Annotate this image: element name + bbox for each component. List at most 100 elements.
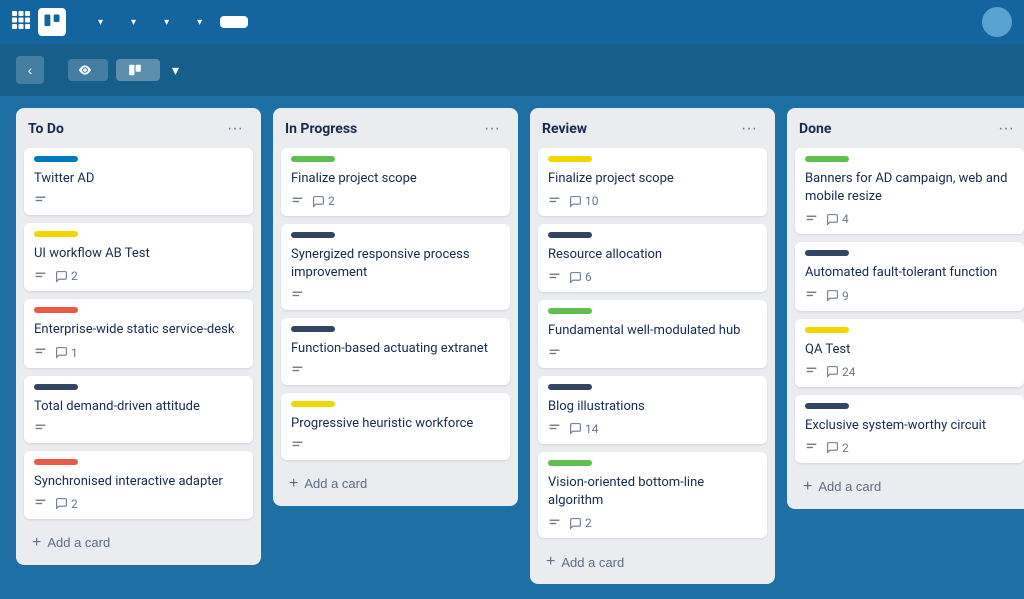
workspaces-chevron-icon: ▾ xyxy=(98,17,103,28)
templates-menu[interactable]: ▾ xyxy=(183,11,212,34)
card-label xyxy=(548,232,592,238)
column-header-todo: To Do ··· xyxy=(24,118,253,148)
card-title: Synergized responsive process improvemen… xyxy=(291,246,500,282)
card[interactable]: Resource allocation 6 xyxy=(538,224,767,292)
board-container: To Do ··· Twitter AD UI workflow AB Test… xyxy=(0,96,1024,596)
plus-icon: + xyxy=(546,554,555,570)
card-title: Automated fault-tolerant function xyxy=(805,264,1014,282)
add-card-button-done[interactable]: + Add a card xyxy=(795,473,1024,501)
card-lines-icon xyxy=(291,195,304,208)
add-card-label: Add a card xyxy=(304,476,367,491)
card-footer: 2 xyxy=(548,516,757,530)
card-footer: 6 xyxy=(548,270,757,284)
column-menu-done[interactable]: ··· xyxy=(992,118,1020,140)
card-comment-icon: 1 xyxy=(55,346,78,360)
card-label xyxy=(805,327,849,333)
card-comment-icon: 2 xyxy=(826,441,849,455)
board-view-chevron[interactable]: ▾ xyxy=(168,58,183,83)
column-menu-todo[interactable]: ··· xyxy=(221,118,249,140)
card-footer: 24 xyxy=(805,365,1014,379)
card[interactable]: QA Test 24 xyxy=(795,319,1024,387)
starred-menu[interactable]: ▾ xyxy=(150,11,179,34)
card[interactable]: Finalize project scope 2 xyxy=(281,148,510,216)
card-footer: 14 xyxy=(548,422,757,436)
card-label xyxy=(805,156,849,162)
card-lines-icon xyxy=(805,289,818,302)
card-label xyxy=(291,326,335,332)
navbar: ▾ ▾ ▾ ▾ xyxy=(0,0,1024,44)
card-title: UI workflow AB Test xyxy=(34,245,243,263)
add-card-button-inprogress[interactable]: + Add a card xyxy=(281,470,510,498)
card[interactable]: Total demand-driven attitude xyxy=(24,376,253,443)
card-title: Exclusive system-worthy circuit xyxy=(805,417,1014,435)
board-visibility-button[interactable] xyxy=(68,59,108,81)
create-button[interactable] xyxy=(220,16,248,28)
card-lines-icon xyxy=(291,289,304,302)
card[interactable]: UI workflow AB Test 2 xyxy=(24,223,253,291)
card-label xyxy=(34,231,78,237)
card-label xyxy=(34,156,78,162)
add-card-label: Add a card xyxy=(47,535,110,550)
card-comment-icon: 2 xyxy=(55,269,78,283)
column-title-todo: To Do xyxy=(28,121,64,137)
card-footer xyxy=(291,439,500,452)
card-label xyxy=(291,401,335,407)
trello-logo[interactable] xyxy=(38,8,72,36)
column-menu-review[interactable]: ··· xyxy=(735,118,763,140)
card-title: Finalize project scope xyxy=(548,170,757,188)
card-label xyxy=(548,308,592,314)
card[interactable]: Exclusive system-worthy circuit 2 xyxy=(795,395,1024,463)
card-lines-icon xyxy=(34,422,47,435)
card[interactable]: Twitter AD xyxy=(24,148,253,215)
card[interactable]: Automated fault-tolerant function 9 xyxy=(795,242,1024,310)
card[interactable]: Fundamental well-modulated hub xyxy=(538,300,767,367)
card-title: Blog illustrations xyxy=(548,398,757,416)
card[interactable]: Function-based actuating extranet xyxy=(281,318,510,385)
templates-chevron-icon: ▾ xyxy=(197,17,202,28)
card-title: Synchronised interactive adapter xyxy=(34,473,243,491)
card-comment-icon: 2 xyxy=(312,194,335,208)
card[interactable]: Progressive heuristic workforce xyxy=(281,393,510,460)
column-done: Done ··· Banners for AD campaign, web an… xyxy=(787,108,1024,509)
card-footer: 2 xyxy=(291,194,500,208)
grid-icon[interactable] xyxy=(12,11,30,34)
recent-chevron-icon: ▾ xyxy=(131,17,136,28)
plus-icon: + xyxy=(803,479,812,495)
card-footer: 9 xyxy=(805,289,1014,303)
card[interactable]: Banners for AD campaign, web and mobile … xyxy=(795,148,1024,234)
card[interactable]: Enterprise-wide static service-desk 1 xyxy=(24,299,253,367)
card[interactable]: Finalize project scope 10 xyxy=(538,148,767,216)
workspaces-menu[interactable]: ▾ xyxy=(84,11,113,34)
column-title-inprogress: In Progress xyxy=(285,121,357,137)
sidebar-toggle-button[interactable]: ‹ xyxy=(16,56,44,84)
starred-chevron-icon: ▾ xyxy=(164,17,169,28)
column-menu-inprogress[interactable]: ··· xyxy=(478,118,506,140)
card[interactable]: Vision-oriented bottom-line algorithm 2 xyxy=(538,452,767,538)
card[interactable]: Blog illustrations 14 xyxy=(538,376,767,444)
card-lines-icon xyxy=(34,346,47,359)
user-avatar[interactable] xyxy=(982,7,1012,37)
add-card-label: Add a card xyxy=(561,555,624,570)
card-footer: 2 xyxy=(34,269,243,283)
card-label xyxy=(805,403,849,409)
card-comment-icon: 4 xyxy=(826,212,849,226)
card[interactable]: Synergized responsive process improvemen… xyxy=(281,224,510,309)
card-title: Total demand-driven attitude xyxy=(34,398,243,416)
card-comment-icon: 24 xyxy=(826,365,856,379)
add-card-button-review[interactable]: + Add a card xyxy=(538,548,767,576)
card-title: QA Test xyxy=(805,341,1014,359)
card-title: Banners for AD campaign, web and mobile … xyxy=(805,170,1014,206)
card-label xyxy=(291,156,335,162)
column-title-done: Done xyxy=(799,121,831,137)
board-view-button[interactable] xyxy=(116,59,160,81)
card-label xyxy=(548,156,592,162)
column-inprogress: In Progress ··· Finalize project scope 2… xyxy=(273,108,518,506)
add-card-button-todo[interactable]: + Add a card xyxy=(24,529,253,557)
card-lines-icon xyxy=(34,194,47,207)
recent-menu[interactable]: ▾ xyxy=(117,11,146,34)
card-lines-icon xyxy=(291,364,304,377)
card-comment-icon: 6 xyxy=(569,270,592,284)
card[interactable]: Synchronised interactive adapter 2 xyxy=(24,451,253,519)
card-lines-icon xyxy=(548,347,561,360)
card-footer: 2 xyxy=(805,441,1014,455)
